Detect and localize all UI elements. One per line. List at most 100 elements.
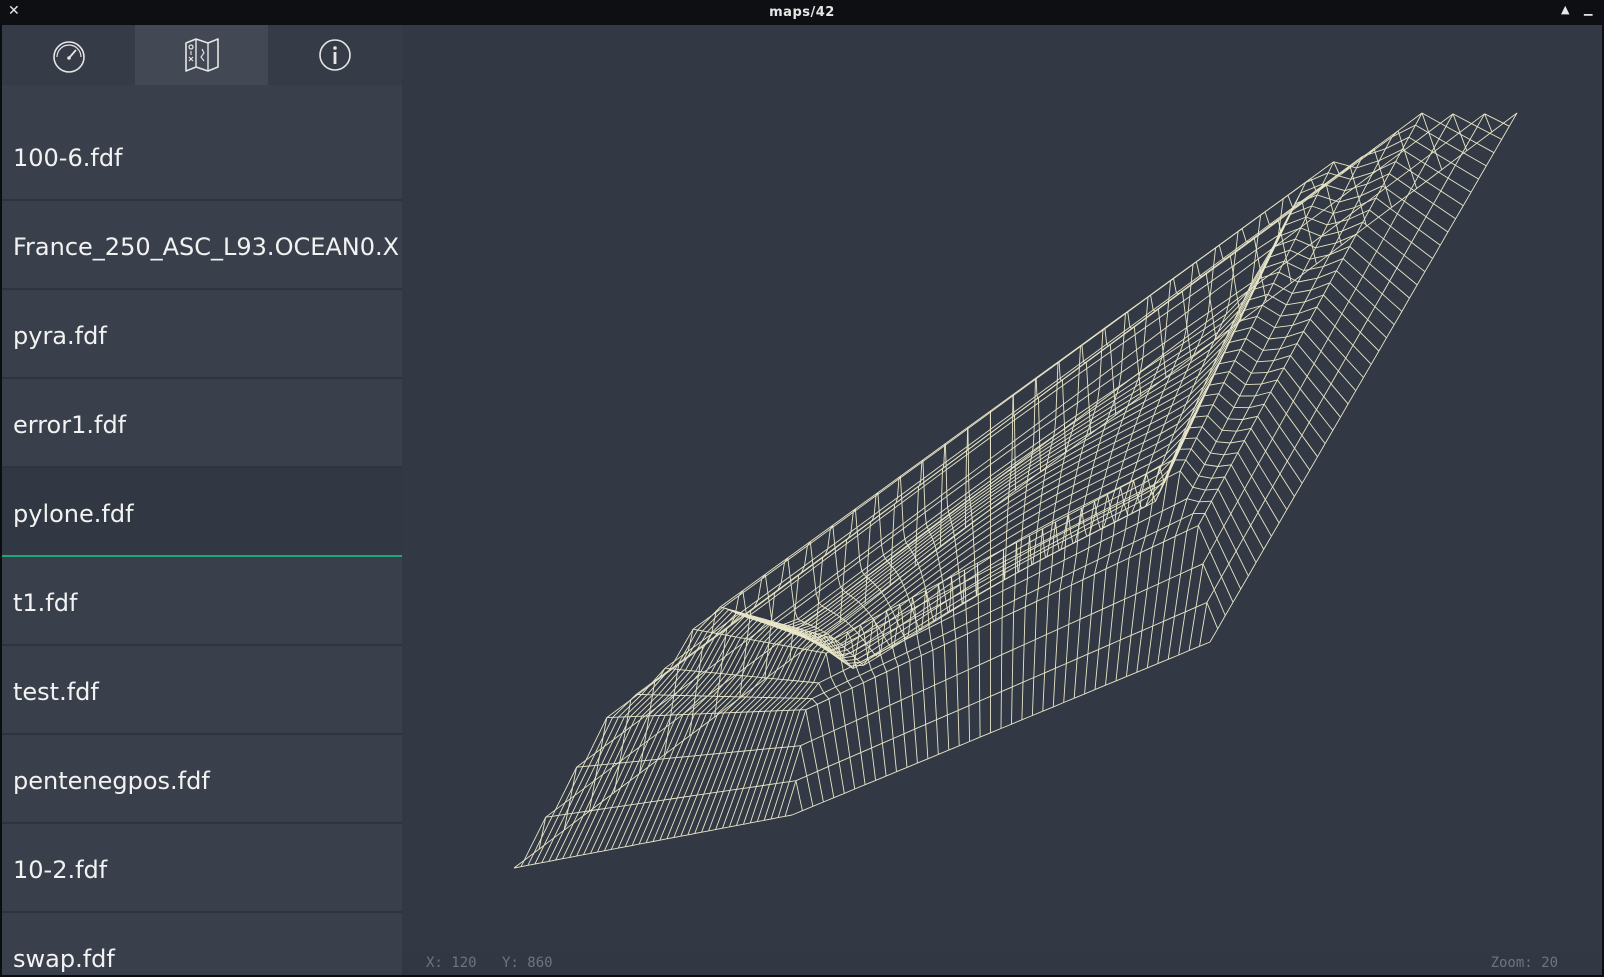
- file-item[interactable]: test.fdf: [2, 646, 402, 735]
- wire-segment: [1102, 312, 1126, 330]
- wire-segment: [866, 549, 870, 577]
- wire-segment: [601, 763, 608, 766]
- wire-segment: [1341, 301, 1350, 315]
- wire-segment: [1122, 408, 1142, 421]
- wire-segment: [1244, 476, 1252, 490]
- wire-segment: [1187, 317, 1214, 337]
- wire-segment: [1131, 310, 1156, 329]
- wire-segment: [1395, 161, 1419, 177]
- file-item[interactable]: France_250_ASC_L93.OCEAN0.X: [2, 201, 402, 290]
- wire-segment: [1168, 504, 1176, 526]
- wire-segment: [756, 785, 763, 787]
- file-item-selected[interactable]: pylone.fdf: [2, 468, 402, 557]
- wire-segment: [736, 750, 752, 790]
- tab-info[interactable]: [268, 25, 402, 85]
- list-top-spacer: [2, 85, 402, 113]
- wire-segment: [1286, 243, 1312, 263]
- wire-segment: [938, 563, 941, 570]
- wire-segment: [1014, 578, 1028, 586]
- wire-segment: [925, 724, 929, 759]
- wire-segment: [591, 763, 615, 811]
- wire-segment: [1229, 360, 1236, 372]
- wire-segment: [776, 697, 791, 712]
- wire-segment: [1068, 585, 1072, 625]
- wire-segment: [1223, 526, 1237, 552]
- wire-segment: [1136, 667, 1148, 673]
- file-item[interactable]: pentenegpos.fdf: [2, 735, 402, 824]
- wire-segment: [1062, 453, 1082, 465]
- wire-segment: [611, 806, 619, 809]
- wire-segment: [903, 733, 908, 768]
- wire-segment: [876, 611, 893, 625]
- file-item[interactable]: 100-6.fdf: [2, 112, 402, 201]
- wire-segment: [887, 602, 891, 608]
- wire-segment: [1248, 403, 1265, 409]
- wire-segment: [641, 694, 665, 717]
- wire-segment: [817, 766, 829, 772]
- wire-segment: [941, 563, 959, 576]
- wire-segment: [1217, 488, 1232, 515]
- wire-segment: [1455, 205, 1464, 220]
- wire-segment: [943, 445, 946, 464]
- wire-segment: [966, 432, 991, 451]
- wire-segment: [1190, 437, 1198, 450]
- wire-segment: [1242, 407, 1250, 420]
- wire-segment: [1053, 702, 1064, 708]
- wire-segment: [765, 557, 789, 575]
- wire-segment: [1006, 529, 1023, 540]
- wire-segment: [918, 567, 922, 573]
- map-viewport[interactable]: [402, 25, 1602, 950]
- wire-segment: [750, 639, 755, 641]
- maximize-icon[interactable]: ▲: [1561, 3, 1569, 16]
- wire-segment: [1006, 520, 1024, 532]
- wire-segment: [836, 614, 840, 617]
- wire-segment: [1217, 464, 1232, 467]
- wire-segment: [1120, 480, 1134, 488]
- wire-segment: [707, 753, 714, 756]
- wire-segment: [923, 690, 927, 725]
- wire-segment: [1128, 542, 1134, 559]
- wire-segment: [894, 657, 899, 667]
- wire-segment: [945, 469, 948, 497]
- wire-segment: [990, 548, 1004, 557]
- wire-segment: [1079, 613, 1092, 620]
- wire-segment: [1056, 485, 1060, 495]
- wire-segment: [1025, 600, 1037, 608]
- wire-segment: [938, 545, 956, 559]
- wire-segment: [1035, 529, 1038, 539]
- wire-segment: [1385, 187, 1393, 208]
- wire-segment: [1191, 563, 1204, 570]
- wire-segment: [875, 775, 887, 781]
- wire-segment: [1157, 541, 1165, 585]
- wire-segment: [835, 686, 841, 694]
- wire-segment: [845, 620, 849, 624]
- wire-segment: [1230, 464, 1245, 490]
- wire-segment: [942, 450, 968, 469]
- wire-segment: [1013, 378, 1037, 396]
- wire-segment: [959, 584, 962, 592]
- file-item[interactable]: 10-2.fdf: [2, 824, 402, 913]
- wire-segment: [1342, 221, 1363, 232]
- wire-segment: [979, 659, 991, 666]
- wire-segment: [833, 597, 854, 614]
- file-item[interactable]: error1.fdf: [2, 379, 402, 468]
- file-item[interactable]: pyra.fdf: [2, 290, 402, 379]
- wire-segment: [800, 682, 814, 699]
- wire-segment: [1108, 328, 1133, 347]
- wire-segment: [756, 710, 772, 750]
- wire-segment: [1085, 487, 1103, 496]
- wire-segment: [1209, 551, 1222, 577]
- wire-segment: [1265, 451, 1281, 475]
- wire-segment: [1213, 576, 1222, 590]
- wire-segment: [1072, 536, 1087, 544]
- wire-segment: [1222, 429, 1237, 432]
- file-item[interactable]: swap.fdf: [2, 913, 402, 975]
- wire-segment: [607, 763, 614, 765]
- file-item[interactable]: t1.fdf: [2, 557, 402, 646]
- wire-segment: [1022, 513, 1025, 522]
- wire-segment: [839, 693, 846, 726]
- tab-maps[interactable]: [135, 25, 268, 85]
- minimize-icon[interactable]: ▁: [1584, 3, 1592, 16]
- wire-segment: [1102, 603, 1114, 610]
- tab-stats[interactable]: [2, 25, 135, 85]
